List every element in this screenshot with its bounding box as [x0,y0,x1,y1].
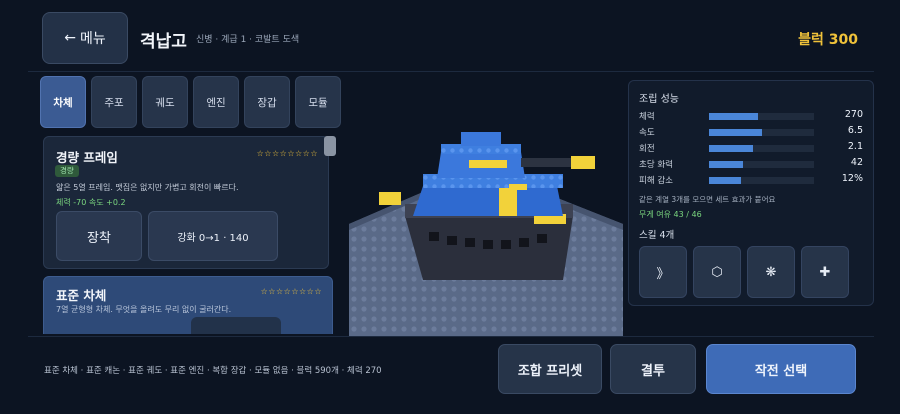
stat-value: 42 [850,157,863,168]
voxel-tank-illustration [349,132,623,336]
part-category-tabs: 차체 주포 궤도 엔진 장갑 모듈 [40,76,344,130]
part-name: 표준 차체 [56,288,107,303]
skill-slot-2[interactable]: ⬡ [693,246,741,298]
skill-slot-4[interactable]: ✚ [801,246,849,298]
stat-row-speed: 속도 6.5 [639,125,865,140]
duel-button[interactable]: 결투 [610,344,696,394]
tank-preview[interactable] [349,74,623,336]
part-card-light-frame[interactable]: 경량 프레임 ☆☆☆☆☆☆☆☆ 경량 얇은 5열 프레임. 맷집은 없지만 가볍… [43,136,329,269]
back-menu-label: 메뉴 [79,31,106,47]
tab-tracks[interactable]: 궤도 [142,76,188,128]
tab-cannon[interactable]: 주포 [91,76,137,128]
skills-title: 스킬 4개 [639,230,675,241]
stat-label: 체력 [639,112,655,122]
stat-bar-track [709,145,814,152]
parts-list: 경량 프레임 ☆☆☆☆☆☆☆☆ 경량 얇은 5열 프레임. 맷집은 없지만 가볍… [40,134,340,334]
part-description: 얇은 5열 프레임. 맷집은 없지만 가볍고 회전이 빠르다. [56,183,239,192]
skill-slot-3[interactable]: ❋ [747,246,795,298]
stat-bar-track [709,113,814,120]
stat-value: 12% [841,173,863,184]
tab-armor[interactable]: 장갑 [244,76,290,128]
stat-bar-fill [709,113,759,120]
stat-bar-fill [709,177,741,184]
page-title: 격납고 [140,32,187,52]
build-stats-panel: 조립 성능 체력 270 속도 6.5 회전 2.1 초당 화력 42 피해 감… [628,80,874,306]
stat-label: 초당 화력 [639,160,673,170]
stats-title: 조립 성능 [639,94,679,105]
mission-select-button[interactable]: 작전 선택 [706,344,856,394]
stat-row-hp: 체력 270 [639,109,865,124]
stat-bar-track [709,177,814,184]
stat-value: 2.1 [847,141,863,152]
part-action-button[interactable] [191,317,281,334]
stat-value: 6.5 [847,125,863,136]
loadout-summary: 표준 차체 · 표준 캐논 · 표준 궤도 · 표준 엔진 · 복합 장갑 · … [44,366,382,376]
stat-row-dps: 초당 화력 42 [639,157,865,172]
header: ← 메뉴 격납고 신병 · 계급 1 · 코발트 도색 블럭 300 [28,0,874,72]
list-scrollbar[interactable] [324,136,336,156]
stat-bar-fill [709,161,743,168]
preset-button[interactable]: 조합 프리셋 [498,344,602,394]
arrow-left-icon: ← [64,30,76,46]
hexagon-icon: ⬡ [711,264,723,280]
tab-hull[interactable]: 차체 [40,76,86,128]
back-menu-button[interactable]: ← 메뉴 [42,12,128,64]
part-badge: 경량 [55,165,79,177]
stat-row-turn: 회전 2.1 [639,141,865,156]
block-currency: 블럭 300 [798,32,858,48]
weight-capacity: 무게 여유 43 / 46 [639,210,702,219]
set-bonus-note: 같은 계열 3개를 모으면 세트 효과가 붙어요 [639,195,776,204]
double-chevron-icon: 》 [656,266,670,282]
stat-label: 속도 [639,128,655,138]
burst-icon: ❋ [765,264,777,280]
skill-slot-1[interactable]: 》 [639,246,687,298]
stat-row-damage-reduction: 피해 감소 12% [639,173,865,188]
star-rating: ☆☆☆☆☆☆☆☆ [256,149,318,158]
tab-engine[interactable]: 엔진 [193,76,239,128]
stat-value: 270 [844,109,863,120]
equip-button[interactable]: 장착 [56,211,142,261]
stat-bar-track [709,161,814,168]
stat-bar-fill [709,145,754,152]
plus-icon: ✚ [819,264,831,280]
part-description: 7열 균형형 차체. 무엇을 올려도 무리 없이 굴러간다. [56,305,232,314]
stat-bar-fill [709,129,762,136]
stat-bar-track [709,129,814,136]
part-name: 경량 프레임 [56,150,118,165]
rank-subtitle: 신병 · 계급 1 · 코발트 도색 [196,35,300,45]
part-card-standard-hull[interactable]: 표준 차체 ☆☆☆☆☆☆☆☆ 7열 균형형 차체. 무엇을 올려도 무리 없이 … [43,276,333,334]
bottom-bar: 표준 차체 · 표준 캐논 · 표준 궤도 · 표준 엔진 · 복합 장갑 · … [28,336,874,402]
tab-module[interactable]: 모듈 [295,76,341,128]
stat-label: 회전 [639,144,655,154]
star-rating: ☆☆☆☆☆☆☆☆ [260,287,322,296]
upgrade-button[interactable]: 강화 0→1 · 140 [148,211,278,261]
stat-label: 피해 감소 [639,176,673,186]
part-stat-delta: 체력 -70 속도 +0.2 [56,198,126,207]
